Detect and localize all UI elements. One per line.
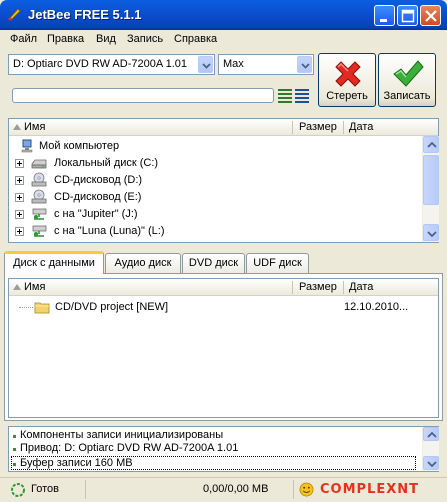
folder-icon [34,302,50,314]
tree-item-drive-e[interactable]: CD-дисковод (E:) [9,189,419,206]
brand-logo[interactable]: COMPLEXNT [320,482,419,497]
network-drive-icon [32,225,47,237]
menu-edit[interactable]: Правка [47,33,84,45]
explorer-column-header: Имя Размер Дата [9,119,438,136]
maximize-icon [401,9,415,23]
column-size[interactable]: Размер [299,121,337,133]
tree-item-label: CD-дисковод (D:) [54,174,143,186]
app-icon [8,8,21,21]
tree-item-label: CD-дисковод (E:) [54,191,142,203]
column-name[interactable]: Имя [24,281,45,293]
project-item-label: CD/DVD project [NEW] [55,301,169,313]
checkmark-icon [393,60,424,87]
file-explorer-panel: Имя Размер Дата Мой компьютер Локальный … [8,118,439,243]
status-size: 0,00/0,00 MB [203,483,269,495]
tab-content-panel: Имя Размер Дата CD/DVD project [NEW] 12.… [4,273,443,421]
computer-icon [21,139,33,153]
menu-file[interactable]: Файл [10,33,37,45]
menu-help[interactable]: Справка [174,33,217,45]
window-title: JetBee FREE 5.1.1 [28,7,142,22]
scroll-up-icon[interactable] [423,427,439,441]
scroll-down-icon[interactable] [423,456,439,470]
erase-label: Стереть [326,90,368,102]
log-text: Буфер записи 160 MB [20,457,133,469]
tab-udf-disc[interactable]: UDF диск [246,253,309,273]
cd-drive-icon [31,189,47,204]
log-line-selected: Буфер записи 160 MB [11,456,416,470]
tree-item-drive-l[interactable]: с на "Luna (Luna)" (L:) [9,223,419,240]
project-column-header: Имя Размер Дата [9,279,438,296]
buffer-indicator-icon [278,89,309,103]
tree-item-label: с на "Luna (Luna)" (L:) [54,225,165,237]
drive-select[interactable]: D: Optiarc DVD RW AD-7200A 1.01 [8,54,215,75]
project-panel: Имя Размер Дата CD/DVD project [NEW] 12.… [8,278,439,418]
expand-icon[interactable] [15,193,24,202]
minimize-button[interactable] [374,5,395,26]
close-button[interactable] [420,5,441,26]
column-date[interactable]: Дата [349,121,373,133]
tab-label: DVD диск [188,257,239,269]
tree-item-drive-j[interactable]: с на "Jupiter" (J:) [9,206,419,223]
log-text: Привод: D: Optiarc DVD RW AD-7200A 1.01 [20,442,239,454]
sort-arrow-icon [13,124,21,130]
tab-dvd-disc[interactable]: DVD диск [182,253,245,273]
expand-icon[interactable] [15,176,24,185]
expand-icon[interactable] [15,159,24,168]
tree-item-drive-d[interactable]: CD-дисковод (D:) [9,172,419,189]
scroll-up-icon[interactable] [423,136,439,153]
project-item-date: 12.10.2010... [344,301,409,313]
close-icon [425,10,437,22]
minimize-icon [380,19,387,22]
speed-select-value: Max [223,58,244,70]
hard-drive-icon [31,159,47,169]
sort-arrow-icon [13,284,21,290]
log-scrollbar[interactable] [422,427,439,471]
erase-button[interactable]: Стереть [318,53,376,107]
column-size[interactable]: Размер [299,281,337,293]
maximize-button[interactable] [397,5,418,26]
smiley-icon [299,482,314,497]
tree-item-drive-c[interactable]: Локальный диск (C:) [9,155,419,172]
burn-button[interactable]: Записать [378,53,436,107]
ready-status-icon [11,483,25,497]
tab-label: Аудио диск [114,257,172,269]
title-bar[interactable]: JetBee FREE 5.1.1 [0,0,447,30]
menu-bar: Файл Правка Вид Запись Справка [3,30,444,50]
speed-select[interactable]: Max [218,54,314,75]
project-root-item[interactable]: CD/DVD project [NEW] 12.10.2010... [9,299,438,316]
column-date[interactable]: Дата [349,281,373,293]
tab-audio-disc[interactable]: Аудио диск [105,253,181,273]
tree-item-label: с на "Jupiter" (J:) [54,208,138,220]
tree-item-label: Мой компьютер [39,140,120,152]
scrollbar-thumb[interactable] [423,155,439,205]
scroll-down-icon[interactable] [423,224,439,241]
menu-view[interactable]: Вид [96,33,116,45]
status-bar: Готов 0,00/0,00 MB COMPLEXNT [0,477,447,502]
network-drive-icon [32,208,47,220]
status-text: Готов [31,483,59,495]
burn-progress-bar [12,88,274,103]
tab-label: UDF диск [253,257,302,269]
tab-data-disc[interactable]: Диск с данными [4,251,104,274]
burn-label: Записать [383,90,431,102]
log-text: Компоненты записи инициализированы [20,429,224,441]
tree-item-label: Локальный диск (C:) [54,157,159,169]
tree-item-my-computer[interactable]: Мой компьютер [9,138,419,155]
chevron-down-icon[interactable] [198,56,213,73]
expand-icon[interactable] [15,210,24,219]
drive-select-value: D: Optiarc DVD RW AD-7200A 1.01 [13,58,188,70]
menu-record[interactable]: Запись [127,33,163,45]
explorer-scrollbar[interactable] [422,136,439,242]
column-name[interactable]: Имя [24,121,45,133]
tab-label: Диск с данными [13,257,95,269]
erase-icon [335,61,361,87]
expand-icon[interactable] [15,227,24,236]
cd-drive-icon [31,172,47,187]
chevron-down-icon[interactable] [297,56,312,73]
log-panel: Компоненты записи инициализированы Приво… [8,426,439,472]
